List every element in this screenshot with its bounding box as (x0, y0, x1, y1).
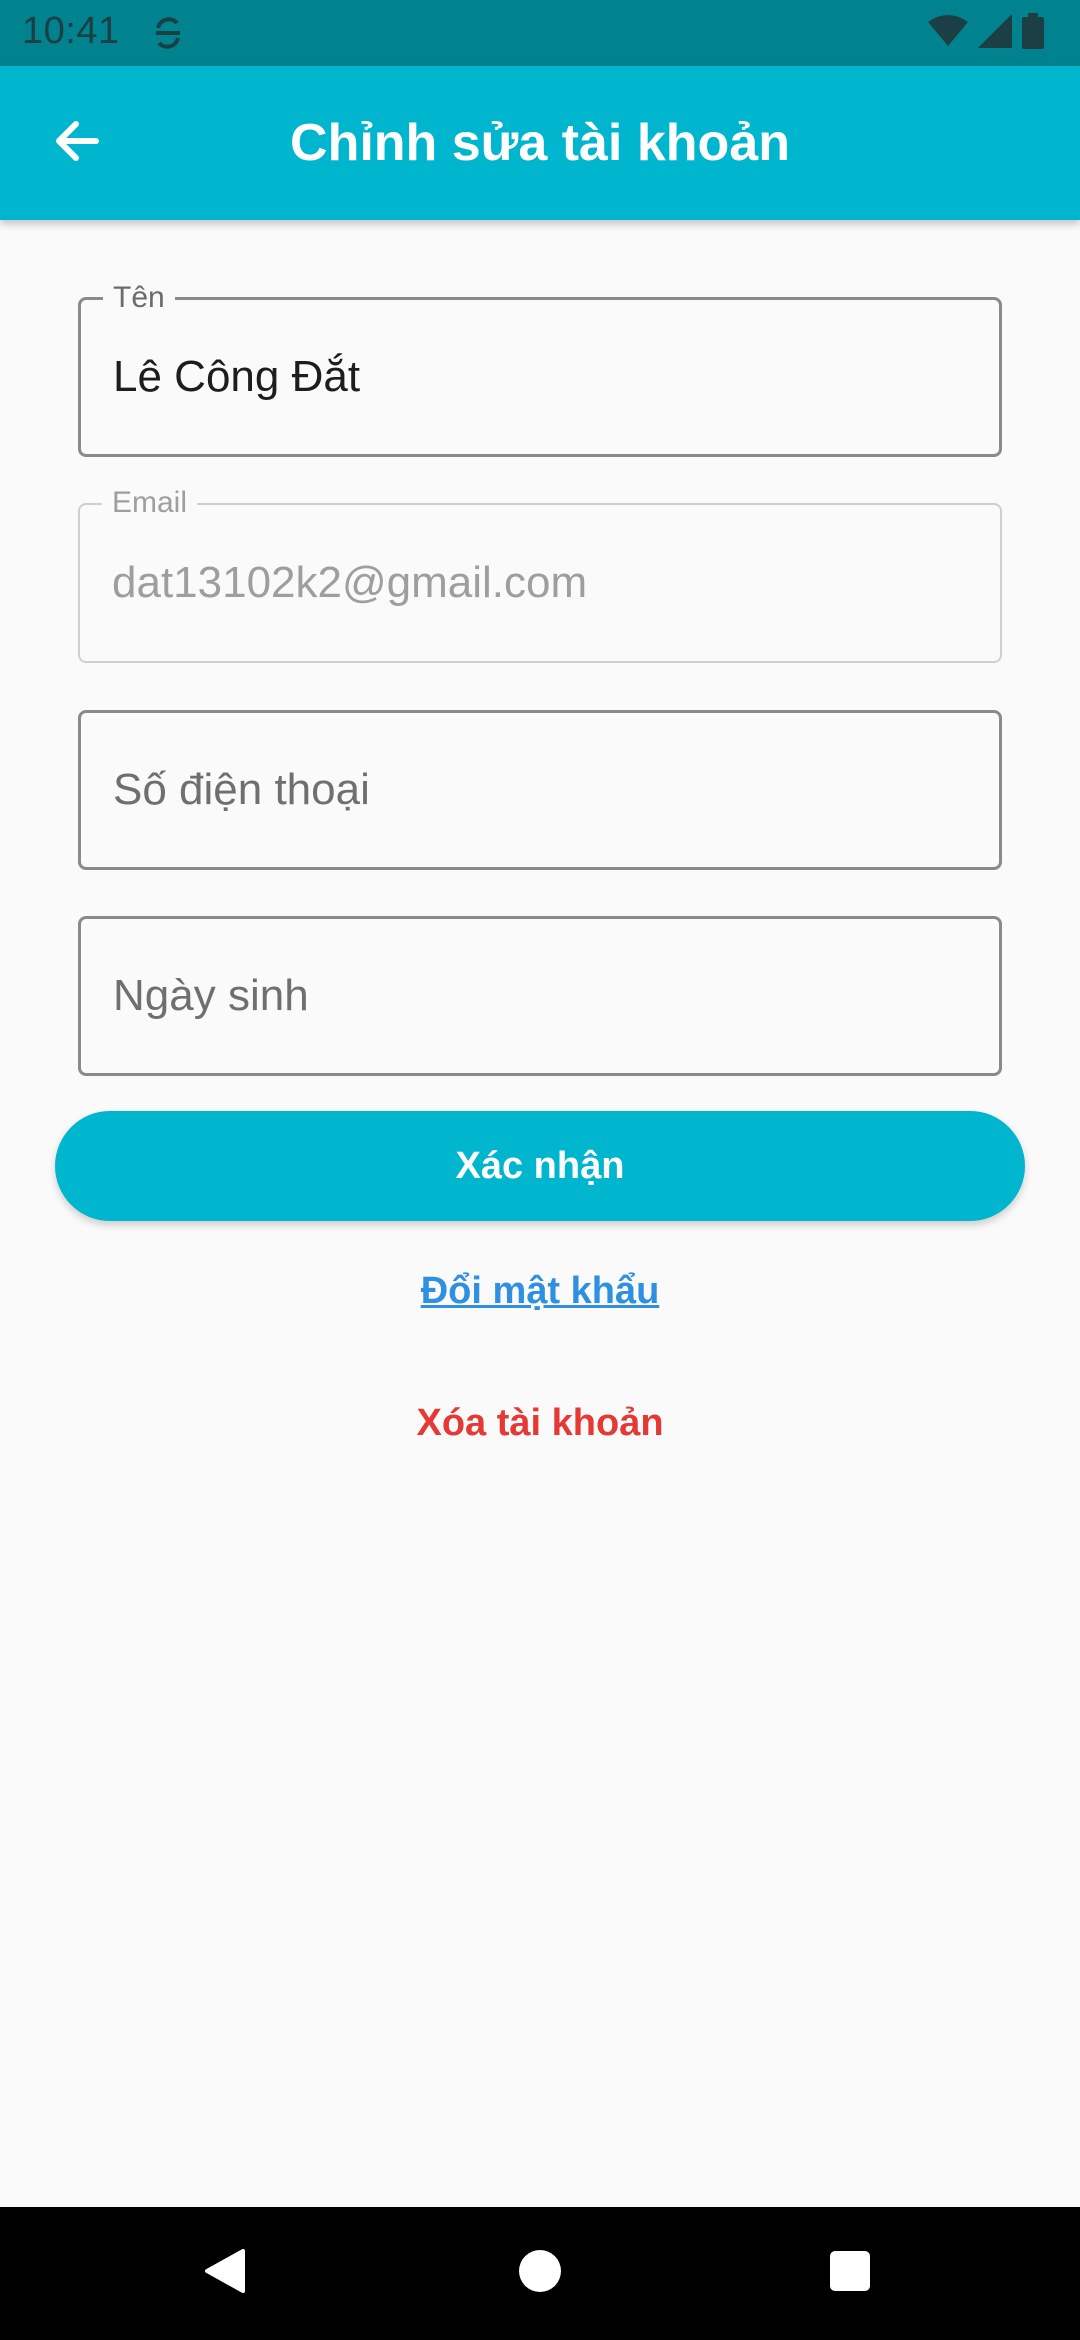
signal-icon (978, 13, 1012, 53)
home-circle-icon (518, 2249, 562, 2298)
name-field[interactable]: Tên Lê Công Đắt (78, 278, 1002, 457)
back-triangle-icon (203, 2247, 247, 2300)
page-title: Chỉnh sửa tài khoản (290, 114, 790, 172)
nav-back-button[interactable] (150, 2207, 300, 2340)
system-nav-bar (0, 2207, 1080, 2340)
confirm-button[interactable]: Xác nhận (55, 1111, 1025, 1221)
app-bar: Chỉnh sửa tài khoản (0, 66, 1080, 220)
delete-account-link[interactable]: Xóa tài khoản (0, 1402, 1080, 1445)
change-password-link[interactable]: Đổi mật khẩu (0, 1270, 1080, 1313)
birthday-field[interactable]: Ngày sinh (78, 916, 1002, 1076)
birthday-field-placeholder[interactable]: Ngày sinh (113, 919, 967, 1073)
nav-home-button[interactable] (465, 2207, 615, 2340)
name-field-value[interactable]: Lê Công Đắt (113, 300, 967, 454)
status-icons (928, 12, 1044, 54)
email-field: Email dat13102k2@gmail.com (78, 483, 1002, 663)
status-time: 10:41 (22, 10, 120, 52)
recents-square-icon (829, 2250, 871, 2297)
wifi-icon (928, 14, 968, 53)
sync-icon (150, 14, 186, 52)
arrow-left-icon (52, 117, 100, 170)
phone-field-placeholder[interactable]: Số điện thoại (113, 713, 967, 867)
nav-recents-button[interactable] (775, 2207, 925, 2340)
email-field-value: dat13102k2@gmail.com (112, 558, 588, 607)
back-button[interactable] (30, 103, 122, 183)
status-bar: 10:41 (0, 0, 1080, 66)
phone-field[interactable]: Số điện thoại (78, 710, 1002, 870)
battery-icon (1022, 12, 1044, 54)
